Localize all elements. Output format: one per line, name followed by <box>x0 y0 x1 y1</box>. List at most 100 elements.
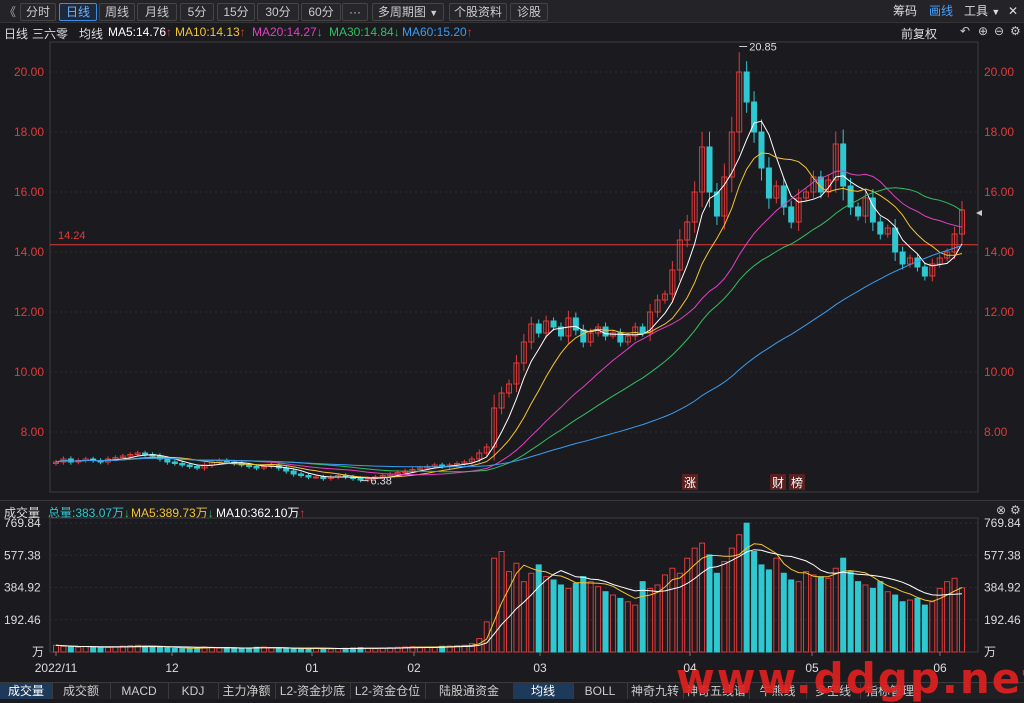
volume-bar <box>164 647 171 653</box>
y-tick-label-left: 14.00 <box>14 245 44 259</box>
volume-bar <box>832 567 839 653</box>
close-icon[interactable]: ✕ <box>1008 3 1018 19</box>
period-button[interactable]: 5分 <box>180 3 214 21</box>
x-tick-label: 02 <box>407 661 421 675</box>
volume-bar <box>290 648 297 653</box>
volume-bar <box>795 581 802 653</box>
candle-body <box>572 317 579 331</box>
volume-bar <box>765 569 772 653</box>
indicator-tab[interactable]: L2-资金仓位 <box>350 683 426 699</box>
y-tick-label-right: 18.00 <box>984 125 1014 139</box>
ma-line-ma5 <box>55 120 963 479</box>
y-tick-label-left: 16.00 <box>14 185 44 199</box>
period-button[interactable]: 15分 <box>217 3 255 21</box>
chips-button[interactable]: 筹码 <box>893 3 917 19</box>
volume-bar <box>617 597 624 653</box>
volume-bar <box>609 594 616 653</box>
volume-y-tick-left: 577.38 <box>4 548 41 562</box>
candle-body <box>899 251 906 265</box>
y-tick-label-left: 8.00 <box>21 425 45 439</box>
low-price-label: 6.38 <box>370 476 391 488</box>
y-tick-label-left: 20.00 <box>14 65 44 79</box>
candle-body <box>312 476 319 479</box>
indicator-tab[interactable]: 成交额 <box>52 683 111 699</box>
candle-body <box>706 146 713 193</box>
candle-body <box>253 466 260 469</box>
current-price-label: 14.24 <box>58 230 86 242</box>
candle-body <box>164 458 171 463</box>
volume-bar <box>498 551 505 653</box>
volume-bar <box>758 564 765 653</box>
candle-body <box>580 329 587 343</box>
volume-bar <box>944 581 951 653</box>
indicator-tab[interactable]: BOLL <box>573 683 628 699</box>
collapse-icon[interactable]: 《 <box>4 3 16 20</box>
kline-chart[interactable]: 20.00 20.00 18.00 18.00 16.00 16.00 14.00 14.00… <box>0 22 1024 500</box>
volume-bar <box>803 571 810 653</box>
indicator-tab[interactable]: MACD <box>110 683 169 699</box>
volume-bar <box>112 646 119 653</box>
volume-bar <box>632 604 639 653</box>
indicator-tab[interactable]: KDJ <box>168 683 219 699</box>
diagnose-button[interactable]: 诊股 <box>510 3 548 21</box>
ma-line-ma60 <box>55 245 963 468</box>
period-button[interactable]: 30分 <box>257 3 299 21</box>
period-button[interactable]: ··· <box>342 3 368 21</box>
indicator-tab[interactable]: 成交量 <box>0 683 53 699</box>
period-button[interactable]: 月线 <box>137 3 177 21</box>
candle-body <box>602 326 609 337</box>
multi-period-dropdown[interactable]: 多周期图 ▼ <box>372 3 444 21</box>
volume-bar <box>528 572 535 653</box>
volume-bar <box>506 571 512 653</box>
volume-bar <box>298 648 305 653</box>
indicator-tab[interactable]: 陆股通资金 <box>425 683 514 699</box>
indicator-tab[interactable]: 主力净额 <box>218 683 276 699</box>
candle-body <box>713 191 720 217</box>
volume-bar <box>743 522 750 653</box>
volume-bar <box>97 647 104 653</box>
plot-frame <box>49 41 979 493</box>
volume-bar <box>53 644 59 653</box>
volume-bar <box>951 577 958 653</box>
volume-bar <box>654 584 661 653</box>
candle-body <box>855 206 862 217</box>
volume-y-tick-right: 577.38 <box>984 548 1021 562</box>
ma-line-ma30 <box>55 187 963 473</box>
volume-bar <box>921 604 928 653</box>
period-button[interactable]: 60分 <box>301 3 341 21</box>
volume-bar <box>372 648 379 653</box>
event-marker-label: 涨 <box>684 475 696 490</box>
volume-bar <box>855 581 862 653</box>
candle-body <box>892 227 899 253</box>
stock-info-button[interactable]: 个股资料 <box>449 3 507 21</box>
tools-button[interactable]: 工具 ▼ <box>964 3 1000 19</box>
volume-bar <box>275 647 282 653</box>
volume-bar <box>602 591 609 653</box>
candle-body <box>921 266 928 277</box>
candle-body <box>298 473 305 476</box>
indicator-tab[interactable]: 均线 <box>513 683 574 699</box>
chevron-down-icon: ▼ <box>429 8 439 18</box>
period-toolbar: 《 分时 日线 周线 月线 5分 15分 30分 60分 ··· 多周期图 ▼ 个股资料 诊股 … <box>0 0 1024 23</box>
volume-bar <box>171 647 178 653</box>
volume-bar <box>817 576 824 653</box>
y-tick-label-right: 12.00 <box>984 305 1014 319</box>
tools-label: 工具 <box>964 4 989 18</box>
candle-body <box>765 167 772 199</box>
volume-bar <box>869 587 876 653</box>
y-tick-label-right: 10.00 <box>984 365 1014 379</box>
volume-bar <box>60 645 67 653</box>
volume-bar <box>780 572 787 653</box>
y-tick-label-left: 12.00 <box>14 305 44 319</box>
draw-line-button[interactable]: 画线 <box>929 3 953 19</box>
period-button[interactable]: 日线 <box>59 3 97 21</box>
y-tick-label-right: 8.00 <box>984 425 1008 439</box>
volume-bar <box>862 584 869 653</box>
volume-bar <box>186 647 193 653</box>
period-button[interactable]: 分时 <box>20 3 56 21</box>
candle-body <box>639 326 646 334</box>
candle-body <box>788 206 795 223</box>
volume-y-tick-left: 384.92 <box>4 581 41 595</box>
period-button[interactable]: 周线 <box>99 3 135 21</box>
indicator-tab[interactable]: L2-资金抄底 <box>275 683 351 699</box>
